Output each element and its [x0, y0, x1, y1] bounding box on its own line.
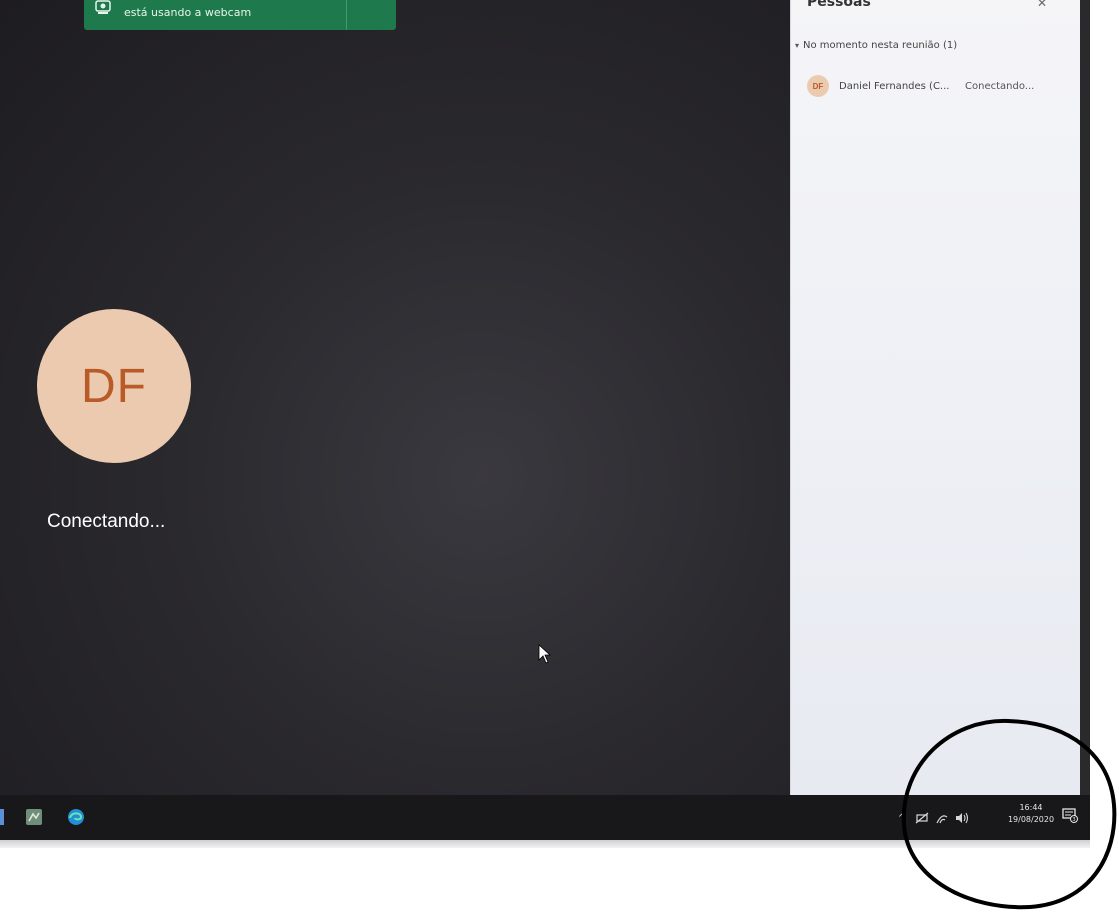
caret-down-icon: ▾	[795, 41, 800, 50]
toast-divider	[346, 0, 347, 30]
participant-list-name: Daniel Fernandes (C...	[839, 80, 950, 92]
close-icon[interactable]: ✕	[1037, 0, 1051, 10]
participant-list-avatar: DF	[807, 75, 829, 97]
webcam-notification[interactable]: está usando a webcam	[84, 0, 396, 30]
in-meeting-section-header[interactable]: ▾ No momento nesta reunião (1)	[795, 40, 957, 51]
teams-app-icon[interactable]	[24, 807, 44, 827]
edge-icon[interactable]	[66, 807, 86, 827]
webcam-icon	[95, 0, 111, 14]
meeting-stage: está usando a webcam DF Conectando...	[0, 0, 802, 795]
participant-initials: DF	[81, 359, 147, 413]
mouse-cursor-icon	[538, 644, 552, 664]
chevron-down-icon[interactable]	[362, 0, 376, 6]
people-panel-title: Pessoas	[807, 0, 871, 10]
in-meeting-section-label: No momento nesta reunião (1)	[803, 40, 958, 51]
people-panel: Pessoas ✕ ▾ No momento nesta reunião (1)…	[790, 0, 1081, 795]
participant-list-item[interactable]: DF Daniel Fernandes (C... Conectando...	[807, 75, 1077, 97]
taskbar-edge-marker	[0, 809, 4, 825]
participant-list-status: Conectando...	[965, 80, 1035, 92]
monitor-screen: está usando a webcam DF Conectando... Pe…	[0, 0, 1090, 840]
monitor-bezel-right	[1080, 0, 1090, 840]
webcam-notification-text: está usando a webcam	[124, 6, 252, 19]
highlight-circle-annotation	[901, 718, 1117, 910]
participant-avatar: DF	[37, 309, 191, 463]
participant-connection-status: Conectando...	[47, 511, 166, 532]
